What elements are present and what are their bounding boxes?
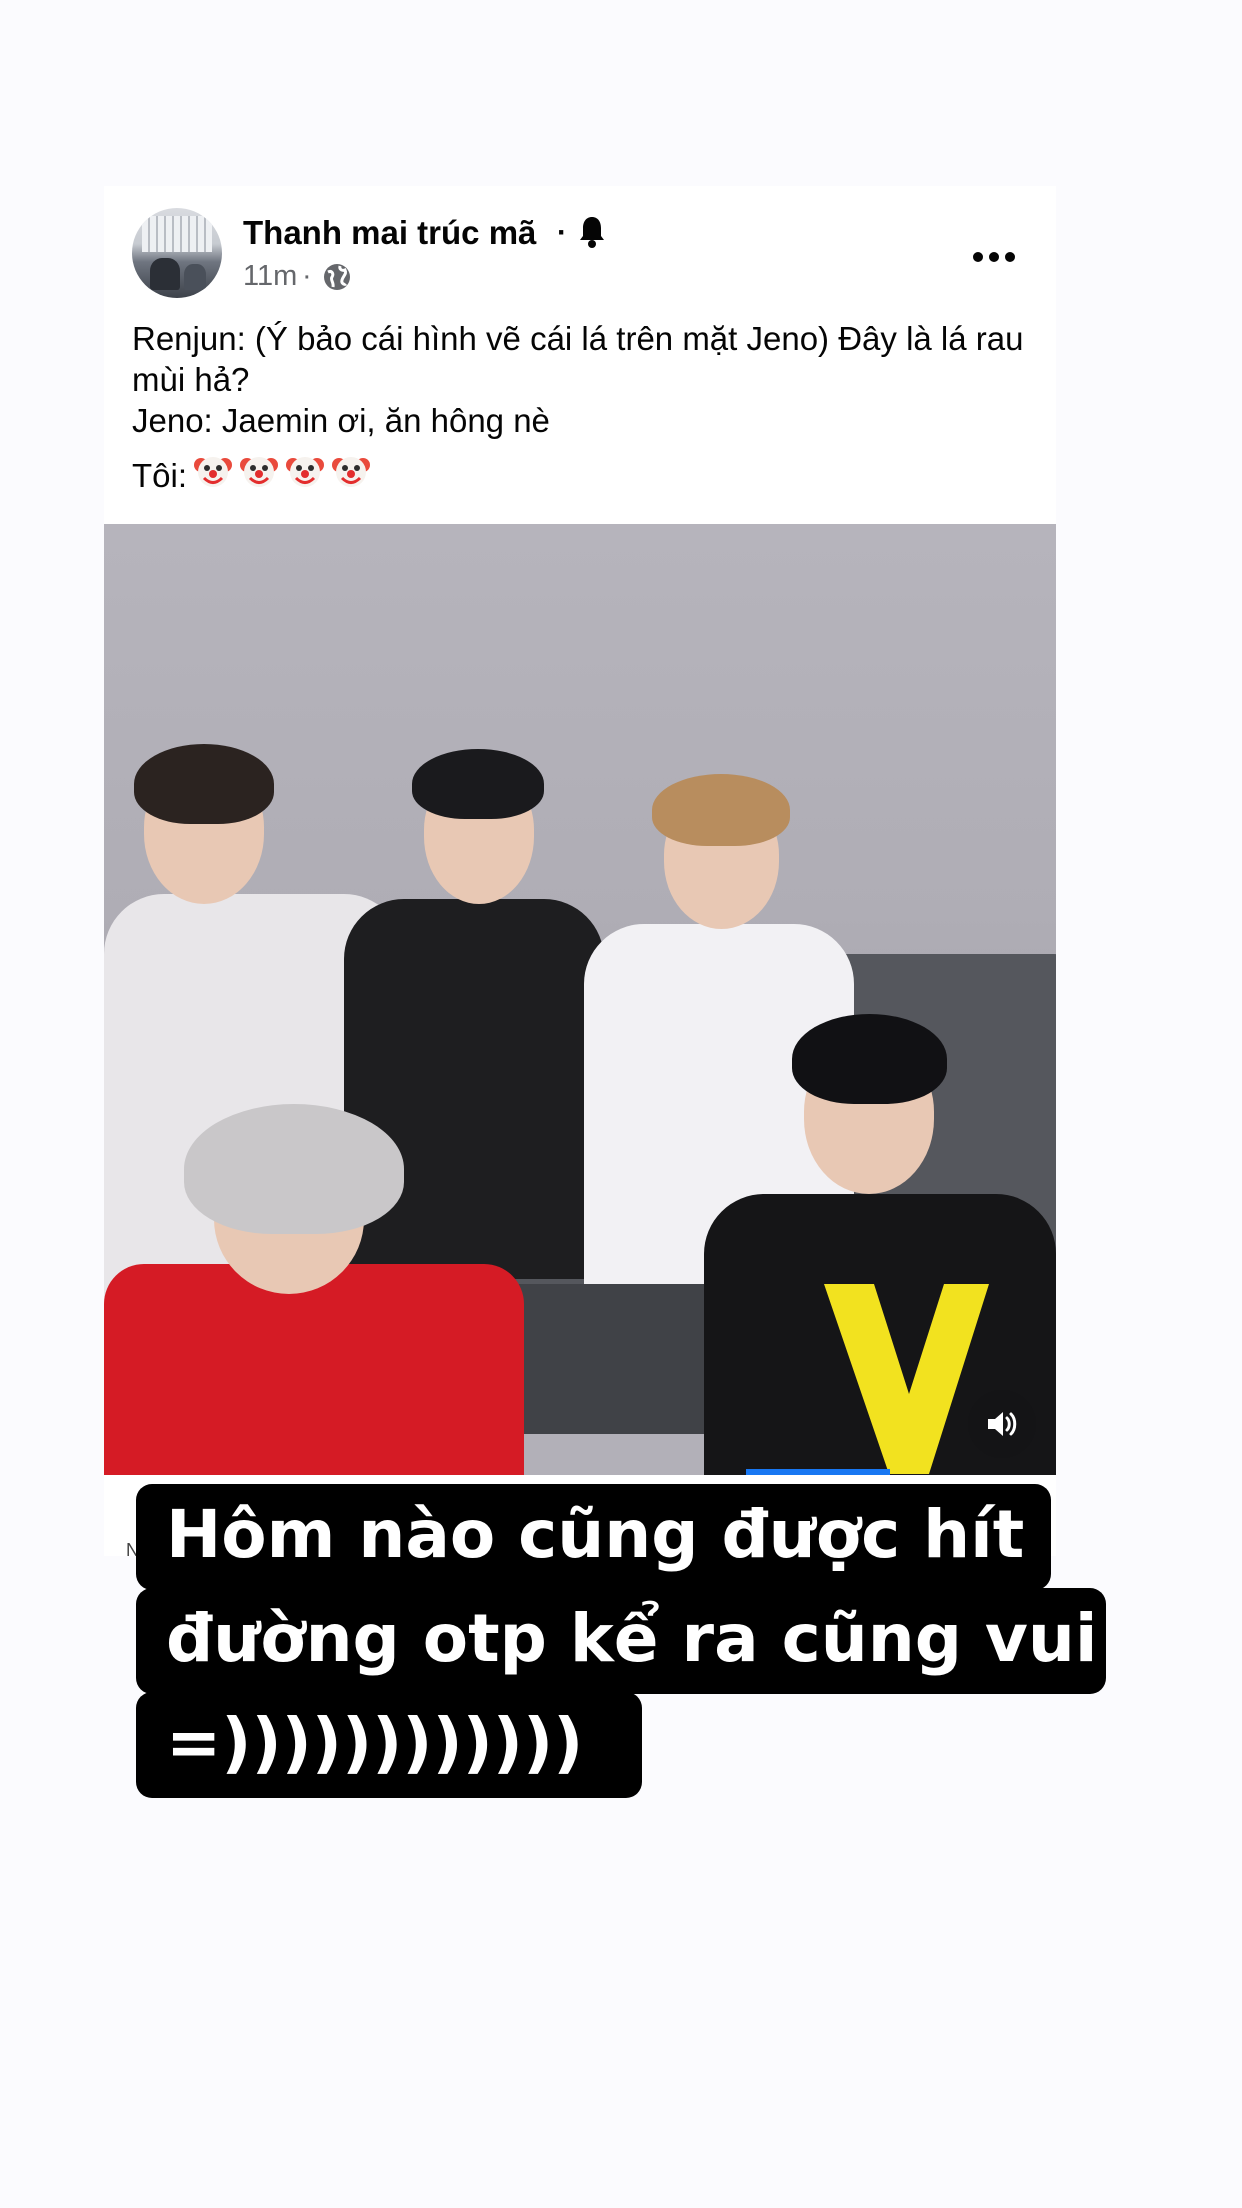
speaker-sound-on-icon bbox=[988, 1412, 1017, 1436]
sound-toggle-button[interactable] bbox=[968, 1390, 1036, 1458]
post-time[interactable]: 11m bbox=[243, 260, 297, 293]
clown-face-emoji-icon bbox=[332, 457, 371, 487]
caption-line-1: Hôm nào cũng được hít bbox=[136, 1484, 1051, 1590]
active-tab-indicator bbox=[746, 1469, 890, 1475]
more-options-icon[interactable] bbox=[964, 242, 1024, 272]
post-text: Renjun: (Ý bảo cái hình vẽ cái lá trên m… bbox=[132, 318, 1032, 500]
post-line-2: Jeno: Jaemin ơi, ăn hông nè bbox=[132, 402, 550, 439]
post-line-3: Tôi: bbox=[132, 451, 1032, 500]
globe-icon bbox=[324, 264, 350, 290]
caption-line-3: =)))))))))))) bbox=[136, 1692, 642, 1798]
video-player[interactable] bbox=[104, 524, 1056, 1475]
clown-face-emoji-icon bbox=[286, 457, 325, 487]
post-line-3-label: Tôi: bbox=[132, 457, 188, 494]
clown-face-emoji-icon bbox=[240, 457, 279, 487]
bell-icon[interactable] bbox=[577, 214, 607, 250]
clown-emoji-row bbox=[187, 451, 371, 500]
author-separator: · bbox=[557, 216, 567, 249]
facebook-post-card: Thanh mai trúc mã · 11m · Renjun: (Ý bảo… bbox=[104, 186, 1056, 1556]
caption-line-2: đường otp kể ra cũng vui bbox=[136, 1588, 1106, 1694]
clown-face-emoji-icon bbox=[194, 457, 233, 487]
author-name[interactable]: Thanh mai trúc mã bbox=[243, 214, 536, 252]
author-avatar[interactable] bbox=[132, 208, 222, 298]
story-screen: Thanh mai trúc mã · 11m · Renjun: (Ý bảo… bbox=[0, 0, 1242, 2208]
post-line-1: Renjun: (Ý bảo cái hình vẽ cái lá trên m… bbox=[132, 320, 1024, 398]
meta-separator: · bbox=[302, 260, 312, 292]
